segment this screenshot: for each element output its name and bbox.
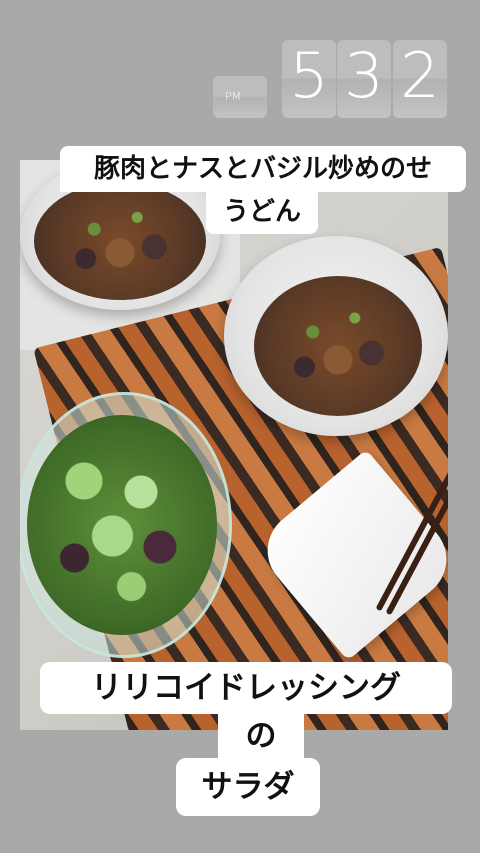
dish-caption-line1[interactable]: 豚肉とナスとバジル炒めのせ	[60, 146, 466, 192]
clock-ampm: PM	[213, 76, 267, 118]
salad-caption-line1[interactable]: リリコイドレッシング	[40, 662, 452, 714]
clock-sticker[interactable]: PM 5 3 2	[213, 40, 447, 120]
salad-caption-line2[interactable]: の	[218, 712, 304, 760]
salad-glass-bowl	[20, 392, 232, 658]
pork-eggplant-topping	[254, 276, 422, 416]
udon-bowl-front	[224, 236, 448, 436]
pork-eggplant-topping	[34, 182, 206, 300]
clock-digit-minute-tens: 3	[337, 40, 391, 118]
clock-digit-hour: 5	[282, 40, 336, 118]
food-photo	[20, 160, 448, 730]
clock-digit-minute-ones: 2	[393, 40, 447, 118]
salad-greens	[27, 415, 217, 635]
dish-caption-line2[interactable]: うどん	[206, 190, 318, 234]
salad-caption-line3[interactable]: サラダ	[176, 758, 320, 816]
